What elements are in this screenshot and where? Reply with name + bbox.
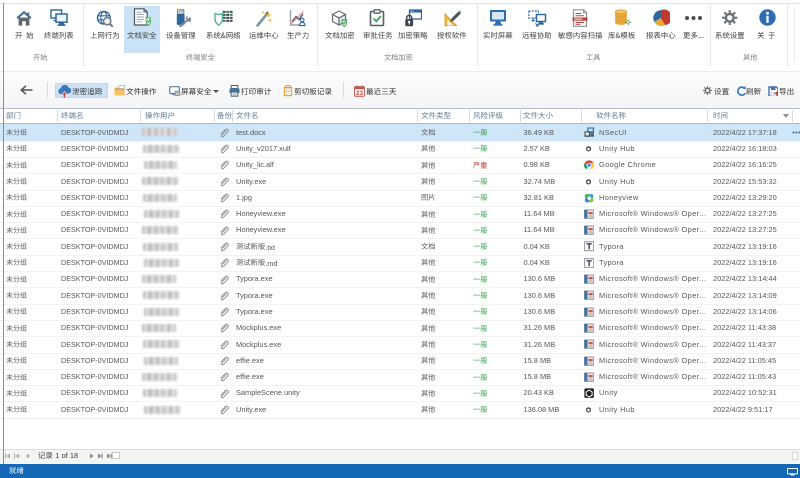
svg-text:23: 23 <box>356 90 363 97</box>
